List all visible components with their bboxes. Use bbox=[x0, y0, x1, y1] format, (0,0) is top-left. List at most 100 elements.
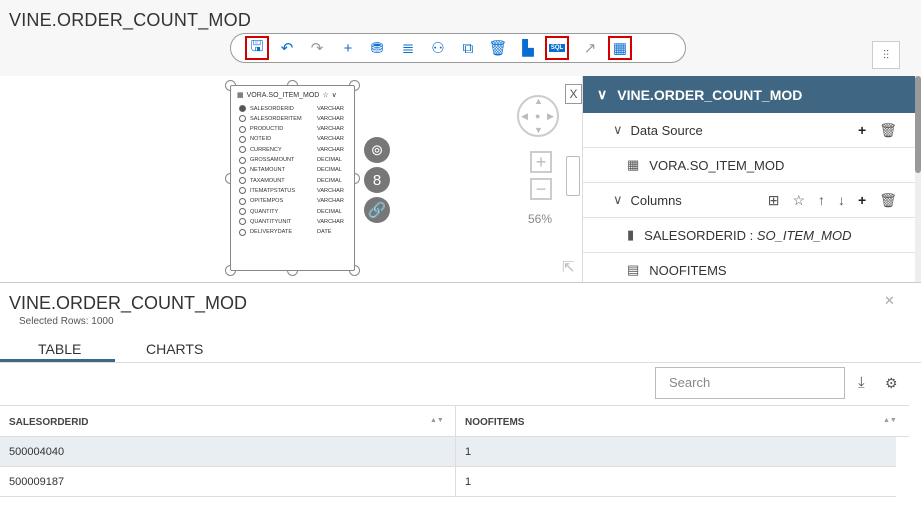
pan-control[interactable]: ▲ ▼ ◀ ▶ ● bbox=[517, 95, 559, 137]
sort-icon[interactable]: ▲▼ bbox=[430, 417, 444, 424]
gear-icon[interactable]: ⚙ bbox=[885, 375, 898, 392]
table-column-row[interactable]: SALESORDERID VARCHAR bbox=[239, 104, 349, 113]
table-column-row[interactable]: OPITEMPOS VARCHAR bbox=[239, 197, 349, 206]
panel-header[interactable]: ∨ VINE.ORDER_COUNT_MOD bbox=[583, 76, 921, 113]
trash-icon[interactable]: 🗑 bbox=[879, 192, 897, 209]
column-item[interactable]: ▤ NOOFITEMS bbox=[583, 253, 921, 282]
table-column-row[interactable]: DELIVERYDATE DATE bbox=[239, 228, 349, 237]
external-icon: ↗ bbox=[583, 40, 597, 57]
table-column-row[interactable]: CURRENCY VARCHAR bbox=[239, 145, 349, 154]
calculated-column-icon[interactable]: ⊞ bbox=[768, 192, 780, 209]
arrow-down-icon[interactable]: ↓ bbox=[838, 192, 845, 209]
data-source-section[interactable]: ∨ Data Source + 🗑 bbox=[583, 113, 921, 148]
zoom-level: 56% bbox=[528, 212, 553, 226]
table-column-row[interactable]: SALESORDERITEM VARCHAR bbox=[239, 114, 349, 123]
grid-button[interactable]: ▦ bbox=[608, 36, 632, 60]
column-select-radio[interactable] bbox=[239, 228, 246, 236]
column-select-radio[interactable] bbox=[239, 177, 246, 185]
link-button[interactable]: 🔗 bbox=[364, 197, 390, 223]
chevron-down-icon[interactable]: ∨ bbox=[613, 122, 623, 138]
app-title: VINE.ORDER_COUNT_MOD bbox=[9, 10, 252, 30]
pan-right-icon[interactable]: ▶ bbox=[547, 111, 554, 122]
redo-button[interactable]: ↷ bbox=[308, 39, 326, 57]
search-input[interactable]: Search bbox=[655, 367, 845, 399]
table-column-row[interactable]: QUANTITY DECIMAL bbox=[239, 207, 349, 216]
data-source-item[interactable]: ▦ VORA.SO_ITEM_MOD bbox=[583, 148, 921, 183]
table-row[interactable]: 500004040 1 bbox=[0, 437, 896, 467]
pan-center-icon[interactable]: ● bbox=[535, 111, 540, 121]
column-select-radio[interactable] bbox=[239, 187, 246, 195]
table-column-row[interactable]: TAXAMOUNT DECIMAL bbox=[239, 176, 349, 185]
datasource-button[interactable]: ⛃ bbox=[368, 39, 386, 57]
chevron-down-icon[interactable]: ∨ bbox=[597, 86, 607, 103]
database-button[interactable]: ≣ bbox=[399, 39, 417, 57]
table-column-row[interactable]: ITEMATPSTATUS VARCHAR bbox=[239, 186, 349, 195]
table-column-row[interactable]: NETAMOUNT DECIMAL bbox=[239, 166, 349, 175]
download-icon[interactable]: ⤓ bbox=[858, 374, 865, 391]
zoom-in-button[interactable]: + bbox=[530, 151, 552, 173]
delete-button[interactable]: 🗑 bbox=[488, 39, 507, 57]
cell-noofitems: 1 bbox=[465, 476, 472, 488]
save-button[interactable]: 🖫 bbox=[245, 36, 269, 60]
panel-scrollbar[interactable] bbox=[915, 76, 921, 282]
pan-left-icon[interactable]: ◀ bbox=[521, 111, 528, 122]
chevron-down-icon[interactable]: ∨ bbox=[332, 91, 337, 99]
add-icon[interactable]: + bbox=[858, 192, 866, 209]
sort-icon[interactable]: ▲▼ bbox=[883, 417, 897, 424]
data-source-item-label: VORA.SO_ITEM_MOD bbox=[649, 157, 785, 173]
trash-icon[interactable]: 🗑 bbox=[879, 122, 897, 139]
table-column-row[interactable]: NOTEID VARCHAR bbox=[239, 135, 349, 144]
columns-section[interactable]: ∨ Columns ⊞ ☆ ↑ ↓ + 🗑 bbox=[583, 183, 921, 218]
properties-toggle-button[interactable]: ⫶⫶ bbox=[872, 41, 900, 69]
hierarchy-button[interactable]: ⚇ bbox=[429, 39, 447, 57]
external-button[interactable]: ↗ bbox=[581, 39, 599, 57]
chevron-down-icon[interactable]: ∨ bbox=[613, 192, 623, 208]
column-select-radio[interactable] bbox=[239, 156, 246, 164]
column-select-radio[interactable] bbox=[239, 208, 246, 215]
union-button[interactable]: 8 bbox=[364, 167, 390, 193]
arrow-up-icon[interactable]: ↑ bbox=[818, 192, 825, 209]
add-icon[interactable]: + bbox=[858, 122, 866, 139]
column-select-radio[interactable] bbox=[239, 135, 246, 143]
add-button[interactable]: + bbox=[339, 39, 357, 57]
layout-button[interactable]: ▙ bbox=[519, 39, 537, 57]
source-table-node[interactable]: ▦ VORA.SO_ITEM_MOD ☆ ∨ SALESORDERID VARCH… bbox=[230, 85, 355, 271]
column-select-radio[interactable] bbox=[239, 197, 246, 205]
column-select-radio[interactable] bbox=[239, 146, 246, 154]
hierarchy-icon: ⚇ bbox=[431, 40, 445, 57]
table-column-row[interactable]: QUANTITYUNIT VARCHAR bbox=[239, 217, 349, 226]
column-select-radio[interactable] bbox=[239, 115, 246, 123]
sql-button[interactable]: SQL bbox=[545, 36, 569, 60]
column-select-radio[interactable] bbox=[239, 166, 246, 174]
star-icon[interactable]: ☆ bbox=[792, 192, 805, 209]
table-column-row[interactable]: GROSSAMOUNT DECIMAL bbox=[239, 156, 349, 165]
panel-splitter[interactable] bbox=[566, 156, 580, 196]
close-icon[interactable]: ✕ bbox=[884, 293, 895, 309]
preview-button[interactable]: ⧉ bbox=[459, 39, 477, 57]
table-row[interactable]: 500009187 1 bbox=[0, 467, 896, 497]
collapse-arrow-icon[interactable]: ⇱ bbox=[562, 258, 575, 276]
column-select-radio[interactable] bbox=[239, 218, 246, 226]
toolbar: 🖫 ↶ ↷ + ⛃ ≣ ⚇ ⧉ 🗑 ▙ SQL ↗ ▦ bbox=[230, 33, 686, 63]
star-icon[interactable]: ☆ bbox=[322, 91, 328, 99]
pan-down-icon[interactable]: ▼ bbox=[534, 125, 543, 135]
column-name: SALESORDERID : bbox=[644, 227, 757, 243]
close-canvas-button[interactable]: X bbox=[565, 84, 582, 104]
undo-button[interactable]: ↶ bbox=[278, 39, 296, 57]
data-source-label: Data Source bbox=[630, 122, 703, 138]
pan-up-icon[interactable]: ▲ bbox=[534, 96, 543, 106]
column-header-noofitems[interactable]: NOOFITEMS bbox=[465, 417, 524, 428]
tab-charts[interactable]: CHARTS bbox=[146, 341, 203, 357]
model-canvas[interactable]: ▦ VORA.SO_ITEM_MOD ☆ ∨ SALESORDERID VARCH… bbox=[0, 76, 582, 282]
column-item[interactable]: ▮ SALESORDERID : SO_ITEM_MOD bbox=[583, 218, 921, 253]
column-select-radio[interactable] bbox=[239, 125, 246, 133]
column-header-salesorderid[interactable]: SALESORDERID bbox=[9, 417, 88, 428]
column-select-radio[interactable] bbox=[239, 105, 246, 112]
column-name: SALESORDERID bbox=[250, 105, 294, 112]
measure-icon: ▤ bbox=[627, 262, 640, 277]
table-column-row[interactable]: PRODUCTID VARCHAR bbox=[239, 125, 349, 134]
join-button[interactable]: ⊚ bbox=[364, 137, 390, 163]
zoom-out-button[interactable]: − bbox=[530, 178, 552, 200]
tab-table[interactable]: TABLE bbox=[38, 341, 81, 357]
column-type: VARCHAR bbox=[317, 198, 344, 205]
